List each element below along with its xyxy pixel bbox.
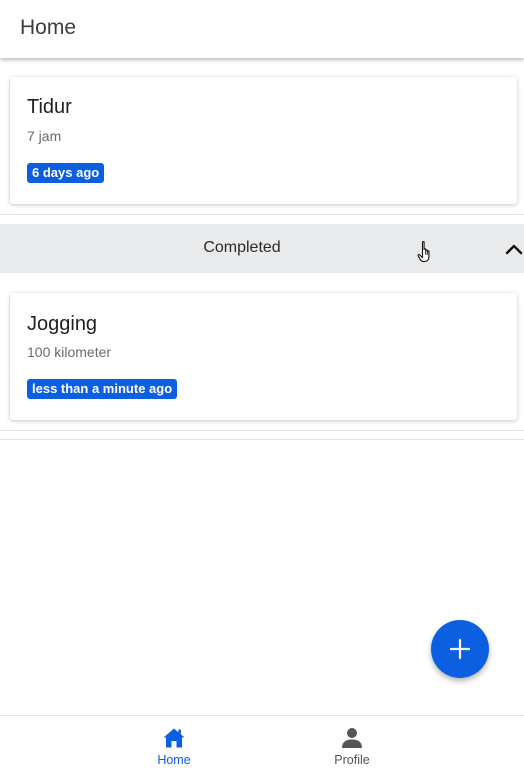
plus-icon [449,638,471,660]
bottom-navigation: Home Profile [0,715,524,773]
divider [0,439,524,440]
task-detail: 7 jam [27,128,62,144]
page-title: Home [20,16,77,39]
task-card[interactable]: Tidur 7 jam 6 days ago [10,77,517,204]
completed-section-toggle[interactable]: Completed [0,224,524,273]
person-icon [342,728,362,748]
app-root: Home Tidur 7 jam 6 days ago Completed Jo… [0,0,524,773]
completed-task-card[interactable]: Jogging 100 kilometer less than a minute… [10,293,517,420]
chevron-up-icon[interactable] [504,240,524,258]
hand-cursor-icon [417,240,430,263]
task-title: Jogging [27,313,98,335]
divider [0,214,524,215]
nav-label-home: Home [157,753,191,767]
nav-item-home[interactable]: Home [114,716,234,773]
time-badge: less than a minute ago [27,379,178,399]
nav-label-profile: Profile [334,753,370,767]
nav-item-profile[interactable]: Profile [292,716,412,773]
divider [0,430,524,431]
task-detail: 100 kilometer [27,344,112,360]
task-title: Tidur [27,96,72,118]
home-icon [163,728,185,748]
app-header: Home [0,0,524,58]
add-task-button[interactable] [431,620,489,678]
time-badge: 6 days ago [27,163,105,183]
completed-section-label: Completed [203,239,281,256]
